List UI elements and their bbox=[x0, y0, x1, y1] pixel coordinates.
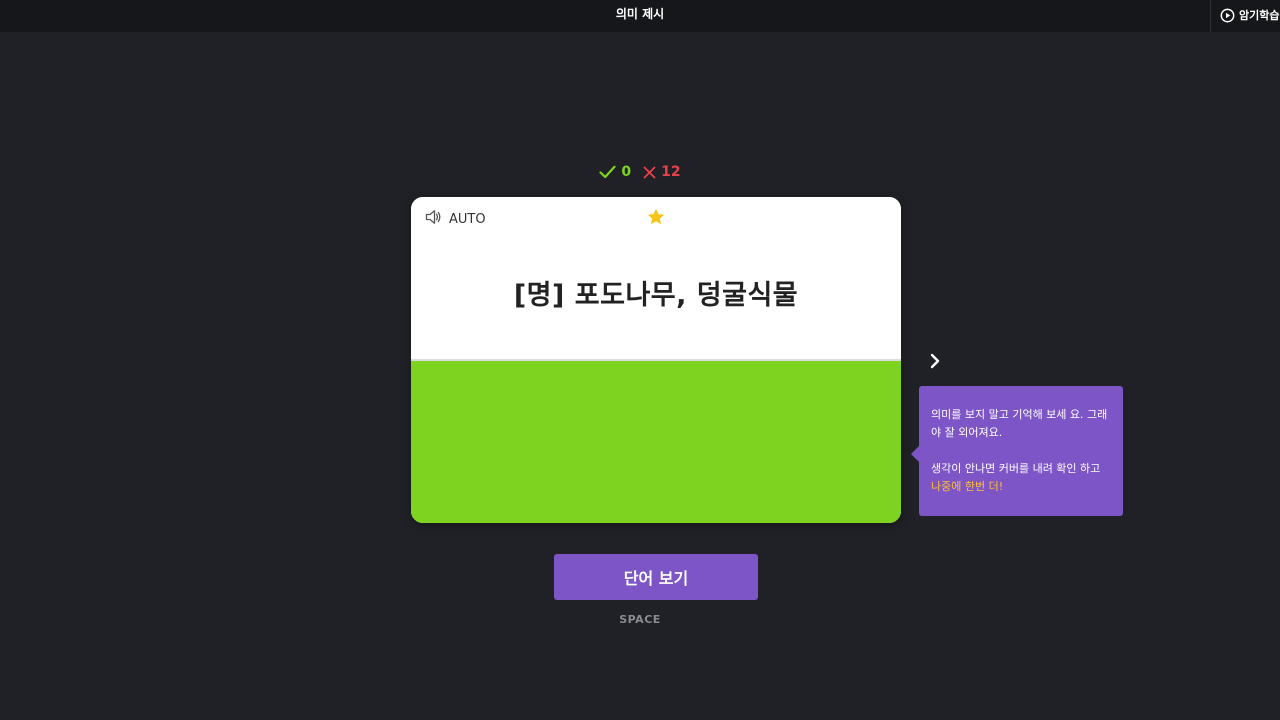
page-title: 의미 제시 bbox=[615, 7, 665, 21]
check-icon bbox=[599, 165, 616, 179]
score-counter: 0 12 bbox=[0, 162, 1280, 182]
memorize-button[interactable]: 암기학습 bbox=[1220, 5, 1279, 25]
play-circle-icon bbox=[1220, 8, 1235, 23]
wrong-count: 12 bbox=[643, 164, 681, 180]
speaker-icon bbox=[425, 209, 442, 229]
wrong-count-value: 12 bbox=[661, 164, 681, 180]
show-word-button[interactable]: 단어 보기 bbox=[554, 554, 758, 600]
chevron-right-icon[interactable] bbox=[926, 352, 944, 370]
auto-label: AUTO bbox=[449, 211, 486, 227]
correct-count: 0 bbox=[599, 164, 631, 180]
hint-highlight: 나중에 한번 더! bbox=[931, 480, 1004, 493]
top-bar: 의미 제시 암기학습 bbox=[0, 0, 1280, 32]
keyboard-shortcut-hint: SPACE bbox=[619, 613, 661, 626]
hint-text-2-prefix: 생각이 안나면 커버를 내려 확인 하고 bbox=[931, 462, 1101, 475]
star-icon[interactable] bbox=[647, 208, 665, 226]
memorize-button-label: 암기학습 bbox=[1239, 9, 1280, 22]
auto-audio-toggle[interactable]: AUTO bbox=[425, 209, 486, 229]
card-cover[interactable] bbox=[411, 359, 901, 523]
word-meaning: [명] 포도나무, 덩굴식물 bbox=[513, 280, 799, 311]
topbar-divider bbox=[1210, 0, 1211, 32]
card-front: AUTO [명] 포도나무, 덩굴식물 bbox=[411, 197, 901, 359]
hint-tooltip: 의미를 보지 말고 기억해 보세 요. 그래야 잘 외어져요. 생각이 안나면 … bbox=[911, 386, 1123, 516]
flash-card: AUTO [명] 포도나무, 덩굴식물 bbox=[411, 197, 901, 523]
hint-text-2: 생각이 안나면 커버를 내려 확인 하고 나중에 한번 더! bbox=[931, 460, 1113, 496]
correct-count-value: 0 bbox=[621, 164, 632, 180]
hint-text-1: 의미를 보지 말고 기억해 보세 요. 그래야 잘 외어져요. bbox=[931, 408, 1108, 439]
cross-icon bbox=[643, 166, 656, 179]
